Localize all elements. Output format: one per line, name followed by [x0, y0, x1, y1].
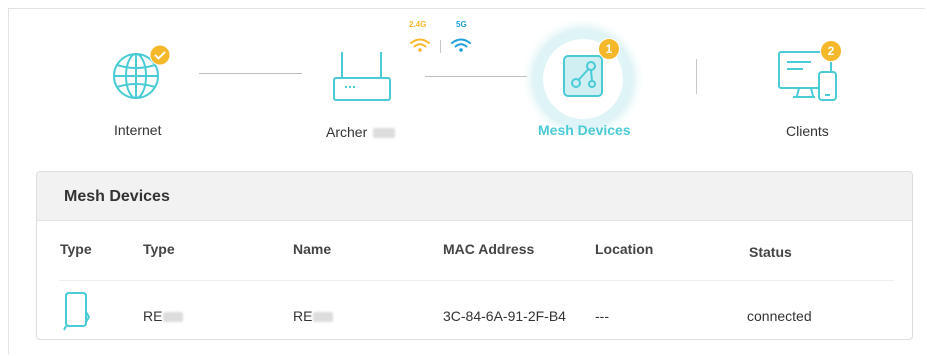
device-status: connected [747, 308, 812, 324]
router-icon [333, 52, 391, 101]
device-type-text: RE [143, 308, 163, 324]
column-header-status: Status [749, 244, 792, 260]
device-name: RE [293, 308, 334, 324]
wifi-24-icon[interactable] [409, 37, 431, 53]
model-redaction [313, 312, 334, 323]
column-header-type-icon: Type [60, 241, 92, 257]
range-extender-icon [63, 292, 90, 331]
model-redaction [163, 312, 184, 323]
check-icon [149, 44, 171, 66]
mesh-devices-panel: Mesh Devices Type Type Name MAC Address … [36, 171, 913, 340]
column-header-location: Location [595, 241, 654, 257]
clients-label: Clients [786, 123, 829, 139]
mesh-count-badge: 1 [598, 38, 620, 60]
connector-line [199, 73, 302, 74]
column-header-name: Name [293, 241, 332, 257]
header-row-divider [59, 280, 894, 281]
mesh-icon [563, 55, 603, 97]
router-label: Archer [326, 124, 396, 140]
connector-line [425, 76, 527, 77]
device-type: RE [143, 308, 184, 324]
connector-divider [696, 59, 697, 94]
panel-title: Mesh Devices [37, 172, 912, 221]
column-header-type: Type [143, 241, 175, 257]
device-location: --- [595, 308, 609, 324]
column-header-mac: MAC Address [443, 241, 535, 257]
model-redaction [373, 128, 396, 139]
band-5-label: 5G [456, 20, 467, 29]
device-mac: 3C-84-6A-91-2F-B4 [443, 308, 566, 324]
internet-label: Internet [114, 122, 162, 138]
wifi-5-icon[interactable] [450, 37, 472, 53]
router-name: Archer [326, 124, 368, 140]
band-24-label: 2.4G [409, 20, 427, 29]
band-divider [440, 40, 441, 53]
device-name-text: RE [293, 308, 313, 324]
mesh-devices-label: Mesh Devices [538, 122, 631, 138]
clients-count-badge: 2 [820, 40, 842, 62]
